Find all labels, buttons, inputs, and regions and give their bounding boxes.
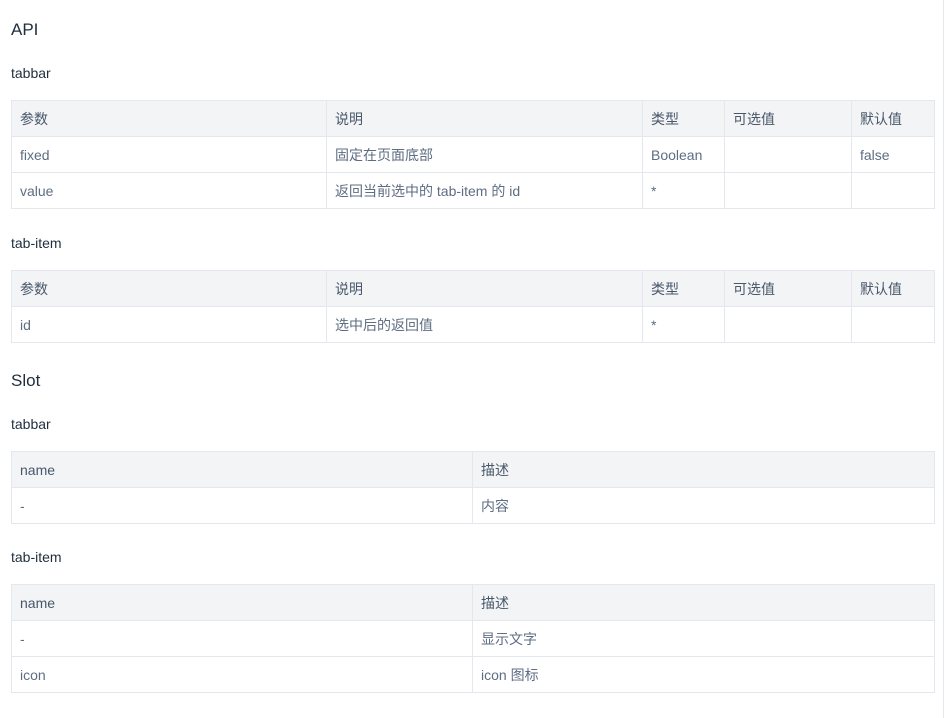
- table-header-row: name 描述: [11, 584, 935, 621]
- table-cell: icon 图标: [472, 656, 935, 693]
- column-header: 默认值: [851, 270, 935, 307]
- slot-tabbar-heading: tabbar: [11, 416, 51, 432]
- column-header: 参数: [11, 270, 327, 307]
- table-cell: *: [642, 172, 725, 209]
- column-header: 默认值: [851, 100, 935, 137]
- table-cell: fixed: [11, 136, 327, 173]
- table-cell: icon: [11, 656, 473, 693]
- column-header: 说明: [326, 270, 643, 307]
- table-cell: -: [11, 620, 473, 657]
- table-row: - 显示文字: [11, 620, 935, 657]
- slot-tab-item-heading: tab-item: [11, 549, 62, 565]
- api-tab-item-heading: tab-item: [11, 235, 62, 251]
- table-cell: id: [11, 306, 327, 343]
- table-cell: -: [11, 487, 473, 524]
- column-header: 描述: [472, 451, 935, 488]
- page-right-border: [943, 0, 944, 718]
- table-row: icon icon 图标: [11, 656, 935, 693]
- table-header-row: 参数 说明 类型 可选值 默认值: [11, 100, 935, 137]
- table-row: value 返回当前选中的 tab-item 的 id *: [11, 172, 935, 209]
- table-cell: Boolean: [642, 136, 725, 173]
- api-tabbar-table: 参数 说明 类型 可选值 默认值 fixed 固定在页面底部 Boolean f…: [11, 100, 935, 209]
- table-cell: [851, 172, 935, 209]
- column-header: 类型: [642, 270, 725, 307]
- table-cell: 返回当前选中的 tab-item 的 id: [326, 172, 643, 209]
- column-header: 可选值: [724, 270, 852, 307]
- table-row: id 选中后的返回值 *: [11, 306, 935, 343]
- table-cell: *: [642, 306, 725, 343]
- column-header: 可选值: [724, 100, 852, 137]
- table-header-row: 参数 说明 类型 可选值 默认值: [11, 270, 935, 307]
- slot-tab-item-table: name 描述 - 显示文字 icon icon 图标: [11, 584, 935, 693]
- column-header: 参数: [11, 100, 327, 137]
- table-cell: [724, 136, 852, 173]
- table-cell: false: [851, 136, 935, 173]
- api-tabbar-heading: tabbar: [11, 65, 51, 81]
- column-header: name: [11, 584, 473, 621]
- column-header: 描述: [472, 584, 935, 621]
- table-row: - 内容: [11, 487, 935, 524]
- slot-tabbar-table: name 描述 - 内容: [11, 451, 935, 524]
- table-cell: 固定在页面底部: [326, 136, 643, 173]
- table-cell: [851, 306, 935, 343]
- table-cell: 内容: [472, 487, 935, 524]
- column-header: 类型: [642, 100, 725, 137]
- api-heading: API: [11, 20, 39, 39]
- table-cell: [724, 306, 852, 343]
- column-header: name: [11, 451, 473, 488]
- table-cell: value: [11, 172, 327, 209]
- column-header: 说明: [326, 100, 643, 137]
- slot-heading: Slot: [11, 371, 41, 390]
- table-cell: [724, 172, 852, 209]
- table-cell: 选中后的返回值: [326, 306, 643, 343]
- table-header-row: name 描述: [11, 451, 935, 488]
- table-row: fixed 固定在页面底部 Boolean false: [11, 136, 935, 173]
- table-cell: 显示文字: [472, 620, 935, 657]
- api-tab-item-table: 参数 说明 类型 可选值 默认值 id 选中后的返回值 *: [11, 270, 935, 343]
